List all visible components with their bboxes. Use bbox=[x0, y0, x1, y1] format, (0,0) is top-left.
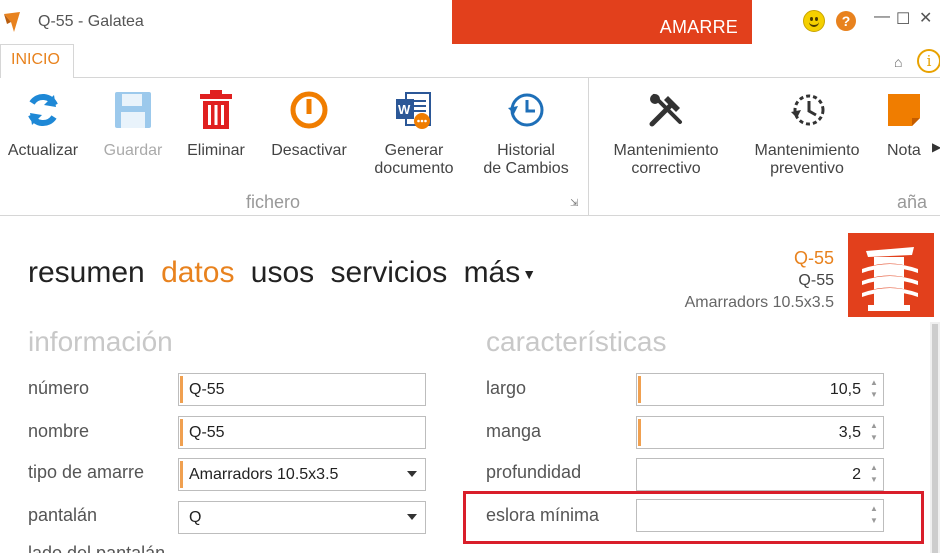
mant-corr-label-2: correctivo bbox=[631, 160, 701, 177]
tools-icon bbox=[649, 94, 682, 127]
history-icon bbox=[508, 93, 544, 127]
guardar-label: Guardar bbox=[103, 142, 163, 159]
ribbon: Actualizar Guardar Eliminar Desactivar W… bbox=[0, 78, 940, 216]
scrollbar-thumb[interactable] bbox=[932, 324, 938, 553]
word-document-icon: W bbox=[396, 92, 431, 129]
lado-pantalan-label: lado del pantalán bbox=[28, 543, 166, 553]
tab-inicio[interactable]: INICIO bbox=[0, 44, 74, 79]
summary-type: Amarradors 10.5x3.5 bbox=[684, 294, 834, 311]
profundidad-input[interactable]: 2 ▲ ▼ bbox=[636, 458, 884, 491]
profundidad-value: 2 bbox=[852, 466, 861, 483]
eliminar-button[interactable]: Eliminar bbox=[180, 78, 252, 160]
mantenimiento-preventivo-button[interactable]: Mantenimiento preventivo bbox=[742, 78, 872, 178]
app-logo-icon bbox=[4, 12, 20, 32]
section-title-caracteristicas: características bbox=[486, 326, 667, 357]
deactivate-icon bbox=[290, 91, 328, 129]
mooring-tile bbox=[848, 233, 934, 317]
summary-code: Q-55 bbox=[793, 248, 834, 268]
mant-prev-label-2: preventivo bbox=[770, 160, 844, 177]
historial-button[interactable]: Historial de Cambios bbox=[474, 78, 578, 178]
record-summary: Q-55 Q-55 Amarradors 10.5x3.5 bbox=[685, 246, 834, 314]
largo-input[interactable]: 10,5 ▲ ▼ bbox=[636, 373, 884, 406]
context-tab-label: AMARRE bbox=[659, 17, 738, 37]
nombre-label: nombre bbox=[28, 421, 90, 441]
trash-icon bbox=[200, 90, 232, 129]
record-nav: resumen datos usos servicios más ▼ bbox=[28, 256, 544, 290]
group-launcher-icon[interactable]: ⇲ bbox=[570, 198, 582, 210]
ribbon-scroll-right-icon[interactable]: ▶ bbox=[932, 140, 940, 154]
maximize-button[interactable]: ☐ bbox=[896, 9, 910, 29]
title-bar: Q-55 - Galatea AMARRE ? — ☐ ✕ bbox=[0, 0, 940, 44]
minimize-button[interactable]: — bbox=[874, 8, 890, 26]
spinner-icon[interactable]: ▲ ▼ bbox=[869, 377, 879, 401]
nombre-field[interactable]: Q-55 bbox=[178, 416, 426, 449]
nav-datos[interactable]: datos bbox=[161, 256, 234, 289]
largo-label: largo bbox=[486, 378, 527, 398]
close-button[interactable]: ✕ bbox=[919, 8, 932, 28]
window-title: Q-55 - Galatea bbox=[38, 13, 144, 30]
clock-maintenance-icon bbox=[791, 94, 825, 126]
pantalan-label: pantalán bbox=[28, 505, 98, 525]
eliminar-label: Eliminar bbox=[187, 142, 245, 159]
guardar-button[interactable]: Guardar bbox=[96, 78, 170, 160]
refresh-icon bbox=[28, 94, 58, 126]
tipo-amarre-select[interactable]: Amarradors 10.5x3.5 bbox=[178, 458, 426, 491]
generar-label-1: Generar bbox=[384, 142, 444, 159]
pantalan-select[interactable]: Q bbox=[178, 501, 426, 534]
profundidad-label: profundidad bbox=[486, 462, 582, 482]
group-label-fichero: fichero bbox=[246, 192, 301, 212]
tipo-amarre-value: Amarradors 10.5x3.5 bbox=[189, 466, 339, 483]
numero-field[interactable]: Q-55 bbox=[178, 373, 426, 406]
numero-value: Q-55 bbox=[189, 381, 225, 398]
numero-label: número bbox=[28, 378, 90, 398]
generar-documento-button[interactable]: W Generar documento bbox=[366, 78, 462, 178]
chevron-down-icon bbox=[407, 514, 417, 520]
generar-label-2: documento bbox=[374, 160, 454, 177]
highlight-annotation bbox=[463, 491, 924, 544]
nombre-value: Q-55 bbox=[189, 424, 225, 441]
summary-name: Q-55 bbox=[798, 272, 834, 289]
historial-label-1: Historial bbox=[497, 142, 555, 159]
section-title-informacion: información bbox=[28, 326, 173, 357]
manga-value: 3,5 bbox=[838, 424, 861, 441]
group-label-anadir: aña bbox=[897, 192, 928, 212]
nav-more-caret-icon[interactable]: ▼ bbox=[522, 266, 536, 282]
mant-prev-label-1: Mantenimiento bbox=[754, 142, 860, 159]
largo-value: 10,5 bbox=[829, 381, 861, 398]
nav-servicios[interactable]: servicios bbox=[331, 256, 448, 289]
pantalan-value: Q bbox=[189, 509, 202, 526]
manga-input[interactable]: 3,5 ▲ ▼ bbox=[636, 416, 884, 449]
collapse-ribbon-icon[interactable]: ⌂ bbox=[894, 54, 902, 70]
help-icon[interactable]: ? bbox=[836, 11, 856, 31]
save-icon bbox=[115, 92, 151, 128]
note-icon bbox=[888, 94, 920, 126]
ribbon-tab-row: INICIO ⌂ i bbox=[0, 44, 940, 79]
nav-usos[interactable]: usos bbox=[251, 256, 314, 289]
chevron-down-icon bbox=[407, 471, 417, 477]
spinner-icon[interactable]: ▲ ▼ bbox=[869, 420, 879, 444]
context-tab-amarre[interactable]: AMARRE bbox=[452, 0, 752, 44]
svg-text:W: W bbox=[398, 102, 411, 117]
nav-resumen[interactable]: resumen bbox=[28, 256, 145, 289]
mant-corr-label-1: Mantenimiento bbox=[613, 142, 719, 159]
desactivar-label: Desactivar bbox=[271, 142, 347, 159]
manga-label: manga bbox=[486, 421, 542, 441]
group-separator bbox=[588, 78, 589, 216]
actualizar-button[interactable]: Actualizar bbox=[4, 78, 82, 160]
info-icon[interactable]: i bbox=[917, 49, 940, 73]
tipo-amarre-label: tipo de amarre bbox=[28, 462, 145, 482]
actualizar-label: Actualizar bbox=[7, 142, 79, 159]
feedback-smiley-icon[interactable] bbox=[803, 10, 825, 32]
historial-label-2: de Cambios bbox=[483, 160, 569, 177]
spinner-icon[interactable]: ▲ ▼ bbox=[869, 462, 879, 486]
desactivar-button[interactable]: Desactivar bbox=[264, 78, 354, 160]
nav-mas[interactable]: más bbox=[464, 256, 521, 289]
mooring-bollard-icon bbox=[862, 247, 918, 311]
mantenimiento-correctivo-button[interactable]: Mantenimiento correctivo bbox=[600, 78, 732, 178]
